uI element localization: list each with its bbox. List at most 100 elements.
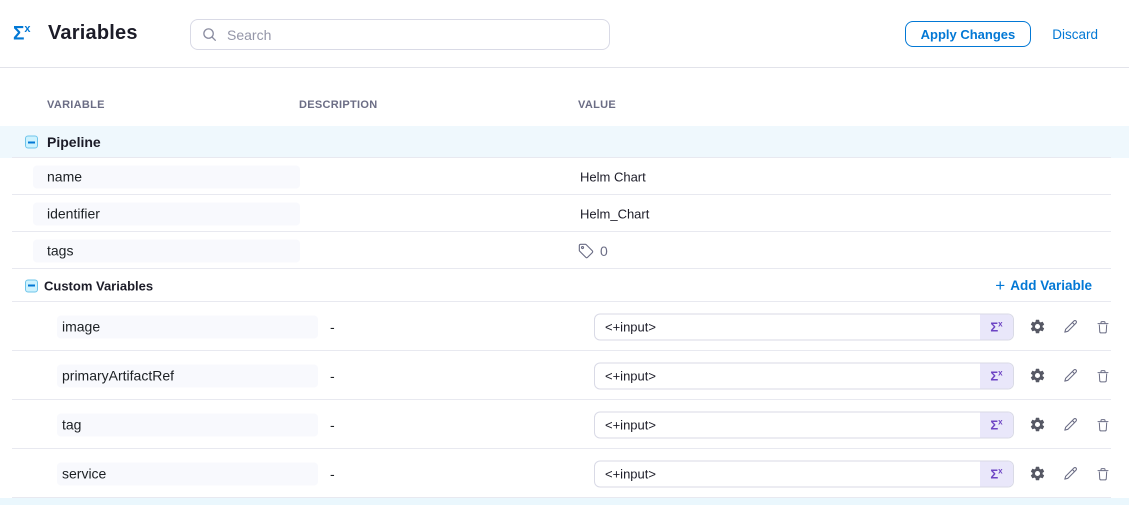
sigma-sup: x [24,23,30,35]
pencil-icon [1062,367,1079,384]
variable-row-service: service - Σx [0,449,1129,498]
row-actions [1028,367,1112,385]
value-input[interactable] [594,460,1014,487]
variable-row-tags: tags 0 [0,232,1129,269]
trash-icon [1095,319,1111,335]
row-actions [1028,465,1112,483]
runtime-input-sigma-icon[interactable]: Σx [980,314,1013,339]
pencil-icon [1062,465,1079,482]
variables-table: Pipeline name Helm Chart identifier Helm_Cha… [0,126,1129,498]
value-input-wrap: Σx [594,411,1014,438]
value-input[interactable] [594,411,1014,438]
variable-row-primaryartifactref: primaryArtifactRef - Σx [0,351,1129,400]
edit-button[interactable] [1061,416,1079,434]
edit-button[interactable] [1061,318,1079,336]
section-row-pipeline: Pipeline [0,126,1129,158]
variable-name: image [62,319,100,335]
row-actions [1028,416,1112,434]
trash-icon [1095,417,1111,433]
header: Σx Variables Apply Changes Discard [0,0,1129,68]
variable-row-tag: tag - Σx [0,400,1129,449]
sigma-glyph: Σ [990,466,998,481]
add-variable-label: Add Variable [1010,278,1092,293]
value-input-wrap: Σx [594,313,1014,340]
settings-button[interactable] [1028,465,1046,483]
sigma-sup: x [998,319,1002,328]
runtime-input-sigma-icon[interactable]: Σx [980,461,1013,486]
variable-row-name: name Helm Chart [0,158,1129,195]
settings-button[interactable] [1028,416,1046,434]
trash-icon [1095,466,1111,482]
next-section-peek [0,498,1129,505]
delete-button[interactable] [1094,367,1112,385]
plus-icon: + [995,277,1005,294]
runtime-input-sigma-icon[interactable]: Σx [980,363,1013,388]
discard-link[interactable]: Discard [1052,27,1098,42]
section-title: Custom Variables [44,278,153,293]
variable-name-pill: tags [33,239,300,262]
settings-button[interactable] [1028,318,1046,336]
variable-row-image: image - Σx [0,302,1129,351]
collapse-minus-icon[interactable] [25,279,38,292]
sigma-glyph: Σ [13,23,24,44]
variable-name-pill: name [33,165,300,188]
delete-button[interactable] [1094,318,1112,336]
variable-description: - [330,319,335,335]
gear-icon [1029,465,1046,482]
collapse-minus-icon[interactable] [25,136,38,149]
variable-name: primaryArtifactRef [62,368,174,384]
tags-count: 0 [600,243,608,259]
column-header-variable: VARIABLE [47,99,105,111]
sigma-sup: x [998,417,1002,426]
variable-name: identifier [47,206,100,222]
sigma-sup: x [998,368,1002,377]
variable-name: tag [62,417,81,433]
variable-name: tags [47,243,73,259]
gear-icon [1029,416,1046,433]
column-header-value: VALUE [578,99,616,111]
tag-icon [578,243,594,259]
sigma-glyph: Σ [990,417,998,432]
variable-name: service [62,466,106,482]
delete-button[interactable] [1094,465,1112,483]
pencil-icon [1062,416,1079,433]
variable-name-pill: identifier [33,202,300,225]
edit-button[interactable] [1061,367,1079,385]
page-title: Variables [48,22,138,45]
add-variable-button[interactable]: + Add Variable [995,278,1092,294]
sigma-variables-icon: Σx [13,24,31,43]
search-box[interactable] [190,19,610,50]
value-input-wrap: Σx [594,460,1014,487]
trash-icon [1095,368,1111,384]
variable-value: Helm Chart [580,169,646,184]
variable-value: Helm_Chart [580,206,649,221]
pencil-icon [1062,318,1079,335]
section-title: Pipeline [47,134,101,150]
variable-row-identifier: identifier Helm_Chart [0,195,1129,232]
sigma-glyph: Σ [990,319,998,334]
column-header-description: DESCRIPTION [299,99,377,111]
variable-description: - [330,466,335,482]
edit-button[interactable] [1061,465,1079,483]
variable-name-pill: tag [57,413,318,436]
value-input[interactable] [594,313,1014,340]
search-input[interactable] [225,26,609,44]
section-row-custom-variables: Custom Variables + Add Variable [0,269,1129,302]
variable-name: name [47,169,82,185]
apply-changes-button[interactable]: Apply Changes [905,21,1032,47]
value-input[interactable] [594,362,1014,389]
variable-name-pill: image [57,315,318,338]
runtime-input-sigma-icon[interactable]: Σx [980,412,1013,437]
settings-button[interactable] [1028,367,1046,385]
variable-description: - [330,417,335,433]
gear-icon [1029,367,1046,384]
variable-description: - [330,368,335,384]
sigma-sup: x [998,466,1002,475]
variable-name-pill: service [57,462,318,485]
sigma-glyph: Σ [990,368,998,383]
row-actions [1028,318,1112,336]
gear-icon [1029,318,1046,335]
table-header: VARIABLE DESCRIPTION VALUE [0,68,1129,126]
delete-button[interactable] [1094,416,1112,434]
variable-name-pill: primaryArtifactRef [57,364,318,387]
